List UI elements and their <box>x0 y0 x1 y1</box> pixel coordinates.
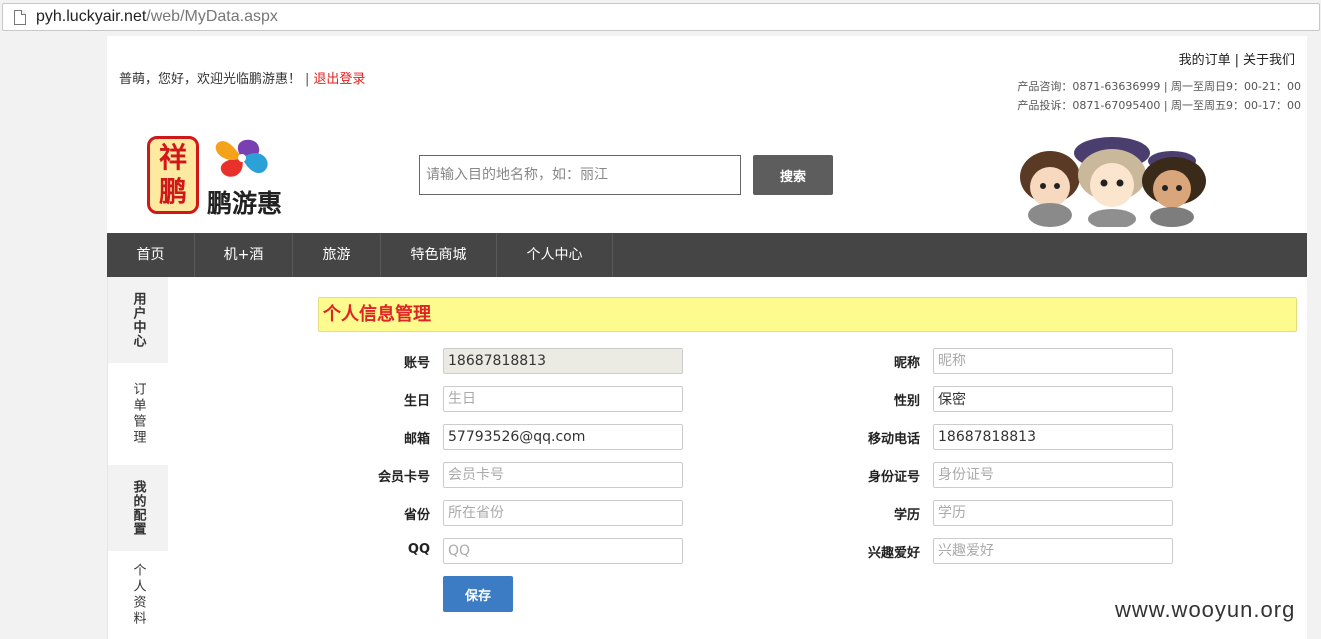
birthday-field[interactable] <box>443 386 683 412</box>
education-field[interactable] <box>933 500 1173 526</box>
logo-seal-char: 祥 <box>158 141 187 174</box>
id-number-field[interactable] <box>933 462 1173 488</box>
contact-consult: 产品咨询：0871-63636999 | 周一至周日9：00-21：00 <box>1017 80 1301 93</box>
nav-item-home[interactable]: 首页 <box>107 233 195 277</box>
save-button[interactable]: 保存 <box>443 576 513 612</box>
contact-info: 产品咨询：0871-63636999 | 周一至周日9：00-21：00 产品投… <box>1017 77 1301 115</box>
logo-seal-icon[interactable]: 祥 鹏 <box>147 136 199 214</box>
gender-field[interactable] <box>933 386 1173 412</box>
mobile-field[interactable] <box>933 424 1173 450</box>
province-field[interactable] <box>443 500 683 526</box>
nav-item-mall[interactable]: 特色商城 <box>381 233 497 277</box>
id-number-label: 身份证号 <box>867 470 920 485</box>
contact-complaint: 产品投诉：0871-67095400 | 周一至周五9：00-17：00 <box>1017 99 1301 112</box>
email-field[interactable] <box>443 424 683 450</box>
province-label: 省份 <box>403 508 430 523</box>
brand-name: 鹏游惠 <box>207 189 283 218</box>
nickname-label: 昵称 <box>893 356 920 371</box>
sidebar: 用户中心 订单管理 我的配置 个人资料 <box>107 277 168 639</box>
watermark: www.wooyun.org <box>1115 597 1296 622</box>
logo-seal-char: 鹏 <box>158 175 187 208</box>
page-icon <box>14 10 26 25</box>
logout-link[interactable]: 退出登录 <box>313 72 365 87</box>
account-field[interactable] <box>443 348 683 374</box>
my-orders-link[interactable]: 我的订单 <box>1179 53 1231 68</box>
search-button[interactable]: 搜索 <box>753 155 833 195</box>
sidebar-item-order-manage[interactable]: 订单管理 <box>108 363 168 465</box>
page: 普萌，您好，欢迎光临鹏游惠！ | 退出登录 我的订单 | 关于我们 产品咨询：0871-… <box>107 36 1307 639</box>
top-links: 我的订单 | 关于我们 <box>1179 49 1295 68</box>
gender-label: 性别 <box>893 394 920 409</box>
url-text[interactable]: pyh.luckyair.net/web/MyData.aspx <box>36 8 278 26</box>
search-input[interactable] <box>419 155 741 195</box>
hobbies-label: 兴趣爱好 <box>867 546 920 561</box>
main-nav: 首页 机+酒 旅游 特色商城 个人中心 <box>107 233 1307 277</box>
sidebar-heading-my-config: 我的配置 <box>108 465 168 551</box>
member-card-label: 会员卡号 <box>377 470 430 485</box>
email-label: 邮箱 <box>403 432 430 447</box>
sidebar-item-personal-info[interactable]: 个人资料 <box>108 551 168 639</box>
qq-label: QQ <box>407 542 430 557</box>
nav-item-personal-center[interactable]: 个人中心 <box>497 233 613 277</box>
education-label: 学历 <box>893 508 920 523</box>
nickname-field[interactable] <box>933 348 1173 374</box>
browser-address-bar: pyh.luckyair.net/web/MyData.aspx <box>0 0 1321 36</box>
mobile-label: 移动电话 <box>867 432 920 447</box>
nav-item-travel[interactable]: 旅游 <box>293 233 381 277</box>
birthday-label: 生日 <box>403 394 430 409</box>
hobbies-field[interactable] <box>933 538 1173 564</box>
qq-field[interactable] <box>443 538 683 564</box>
member-card-field[interactable] <box>443 462 683 488</box>
greeting-text: 普萌，您好，欢迎光临鹏游惠！ <box>119 72 302 87</box>
greeting-separator: | <box>305 72 310 87</box>
form-title: 个人信息管理 <box>318 297 1297 332</box>
url-box[interactable]: pyh.luckyair.net/web/MyData.aspx <box>2 3 1320 31</box>
about-us-link[interactable]: 关于我们 <box>1243 53 1295 68</box>
nav-item-flight-hotel[interactable]: 机+酒 <box>195 233 293 277</box>
sidebar-heading-user-center: 用户中心 <box>108 277 168 363</box>
mascot-image <box>1020 137 1206 227</box>
account-label: 账号 <box>403 356 430 371</box>
greeting-bar: 普萌，您好，欢迎光临鹏游惠！ | 退出登录 <box>119 68 365 87</box>
logo-swirl-icon <box>215 139 268 177</box>
top-links-separator: | <box>1234 53 1239 68</box>
